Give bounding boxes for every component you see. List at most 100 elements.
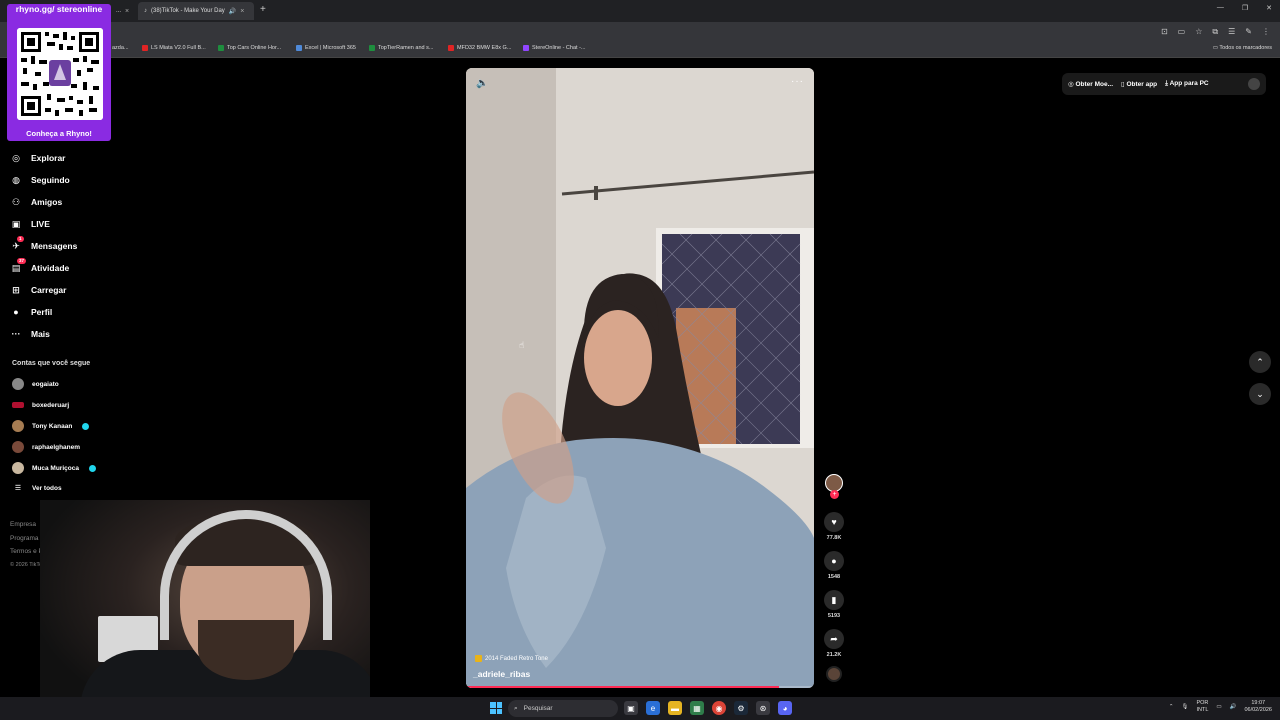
get-coins-button[interactable]: ◎ Obter Moe... [1068,80,1113,88]
video-player[interactable]: 🔈 ··· 2014 Faded Retro Tone _adriele_rib… [466,68,814,688]
sidebar-item-carregar[interactable]: ⊞ Carregar [10,284,66,296]
volume-icon[interactable]: 🔈 [476,78,488,89]
like-count: 77.8K [826,535,842,541]
bookmark-item[interactable]: Top Cars Online Hor... [218,45,281,51]
sidebar-item-label: Atividade [31,263,70,273]
like-button[interactable]: ♥ 77.8K [823,512,845,541]
task-view-icon[interactable]: ▣ [624,701,638,715]
bookmark-item[interactable]: MFD32 BMW E8x G... [448,45,511,51]
steam-icon[interactable]: ⚙ [734,701,748,715]
bookmark-label: LS Miata V2.0 Full B... [151,45,206,51]
video-author[interactable]: _adriele_ribas [473,669,530,679]
next-video-button[interactable]: ⌄ [1249,383,1271,405]
discord-icon[interactable]: ◕ [778,701,792,715]
bookmark-item[interactable]: Excel | Microsoft 365 [296,45,356,51]
save-button[interactable]: ▮ 5193 [823,590,845,619]
tab-label: ... [116,8,122,14]
compass-icon: ◎ [12,152,20,163]
following-account[interactable]: Tony Kanaan [12,420,90,432]
comment-button[interactable]: ● 1548 [823,551,845,580]
sidebar-item-label: Amigos [31,197,63,207]
bookmark-label: azda... [112,45,129,51]
bookmark-item[interactable]: LS Miata V2.0 Full B... [142,45,206,51]
sidebar-item-mensagens[interactable]: ✈ 1 Mensagens [10,236,77,252]
browser-tab-previous[interactable]: ... × [110,2,135,20]
tab-label: (38)TikTok - Make Your Day [151,8,225,14]
pc-app-button[interactable]: ⤓ App para PC [1165,80,1208,88]
app-icon[interactable]: ⊛ [756,701,770,715]
browser-tab-tiktok[interactable]: ♪ (38)TikTok - Make Your Day 🔊 × [138,2,254,20]
follow-plus-icon[interactable]: + [830,490,839,499]
share-button[interactable]: ➦ 21.2K [823,629,845,658]
pen-icon[interactable]: ✎ [1245,27,1252,37]
speaker-icon[interactable]: 🔊 [1230,704,1237,710]
bookmark-item[interactable]: azda... [112,45,129,51]
user-avatar[interactable] [1248,78,1260,90]
file-explorer-icon[interactable]: ▬ [668,701,682,715]
bookmark-favicon [523,45,529,51]
following-account[interactable]: raphaelghanem [12,441,80,453]
profile-icon[interactable]: ☰ [1228,27,1235,37]
bookmark-label: Excel | Microsoft 365 [305,45,356,51]
following-section-title: Contas que você segue [12,360,91,367]
get-app-label: Obter app [1126,81,1158,88]
bookmark-label: StereOnline - Chat -... [532,45,586,51]
sidebar-item-perfil[interactable]: ● Perfil [10,306,52,318]
new-tab-button[interactable]: + [260,4,266,15]
store-icon[interactable]: ▦ [690,701,704,715]
mic-icon[interactable]: 🎙 [1182,704,1189,710]
bookmark-star-icon[interactable]: ☆ [1195,27,1202,37]
video-progress-bar[interactable] [466,686,814,688]
edge-icon[interactable]: e [646,701,660,715]
cast-icon[interactable]: ▭ [1178,27,1186,37]
following-account[interactable]: boxederuarj [12,399,69,411]
windows-taskbar: ⌕ Pesquisar ▣ e ▬ ▦ ◉ ⚙ ⊛ ◕ ⌃ 🎙 POR INTL… [0,697,1280,720]
more-options-icon[interactable]: ··· [791,76,804,87]
bookmark-label: MFD32 BMW E8x G... [457,45,512,51]
previous-video-button[interactable]: ⌃ [1249,351,1271,373]
menu-icon[interactable]: ⋮ [1262,27,1270,37]
audio-icon[interactable]: 🔊 [229,8,236,15]
sidebar-item-atividade[interactable]: ▤ 37 Atividade [10,258,70,274]
get-app-button[interactable]: ▯ Obter app [1121,80,1157,88]
minimize-icon[interactable]: — [1217,4,1224,12]
bookmark-item[interactable]: StereOnline - Chat -... [523,45,586,51]
comment-icon: ● [824,551,844,571]
network-icon[interactable]: ▭ [1216,704,1221,710]
close-icon[interactable]: × [125,8,129,15]
account-name: eogaiato [32,380,59,388]
verified-icon [88,464,96,472]
tray-chevron-icon[interactable]: ⌃ [1169,704,1174,710]
sidebar-item-amigos[interactable]: ⚇ Amigos [10,196,62,208]
share-count: 21.2K [826,652,842,658]
extensions-icon[interactable]: ⧉ [1212,27,1218,37]
system-tray: ⌃ 🎙 POR INTL ▭ 🔊 19:07 06/02/2026 [1169,700,1272,714]
bookmark-item[interactable]: TopTierRamen and s... [369,45,433,51]
see-all-button[interactable]: ☰ Ver todos [12,484,62,493]
windows-start-icon[interactable] [490,702,502,714]
all-bookmarks[interactable]: ▭ Todos os marcadores [1213,45,1272,51]
keyboard-language[interactable]: POR INTL [1196,700,1208,714]
following-account[interactable]: Muca Muriçoca [12,462,96,474]
sidebar-item-explorar[interactable]: ◎ Explorar [10,152,65,164]
following-account[interactable]: eogaiato [12,378,59,390]
sidebar-item-mais[interactable]: ··· Mais [10,328,50,340]
search-icon: ⌕ [514,704,518,712]
music-disc-icon[interactable] [826,666,842,682]
sidebar-item-live[interactable]: ▣ LIVE [10,218,50,230]
profile-avatar-icon: ● [13,307,19,317]
chrome-icon[interactable]: ◉ [712,701,726,715]
sidebar-item-seguindo[interactable]: ◍ Seguindo [10,174,70,186]
music-tag[interactable]: 2014 Faded Retro Tone [475,655,548,662]
translate-icon[interactable]: ⊡ [1161,27,1168,37]
bookmark-favicon [296,45,302,51]
share-icon: ➦ [824,629,844,649]
close-window-icon[interactable]: ✕ [1266,4,1272,12]
taskbar-search[interactable]: ⌕ Pesquisar [508,700,618,717]
bookmark-label: TopTierRamen and s... [378,45,434,51]
qr-url: rhyno.gg/ stereonline [15,4,103,14]
clock[interactable]: 19:07 06/02/2026 [1244,700,1272,714]
close-icon[interactable]: × [240,8,244,15]
sidebar-item-label: Seguindo [31,175,70,185]
restore-icon[interactable]: ❐ [1242,4,1248,12]
